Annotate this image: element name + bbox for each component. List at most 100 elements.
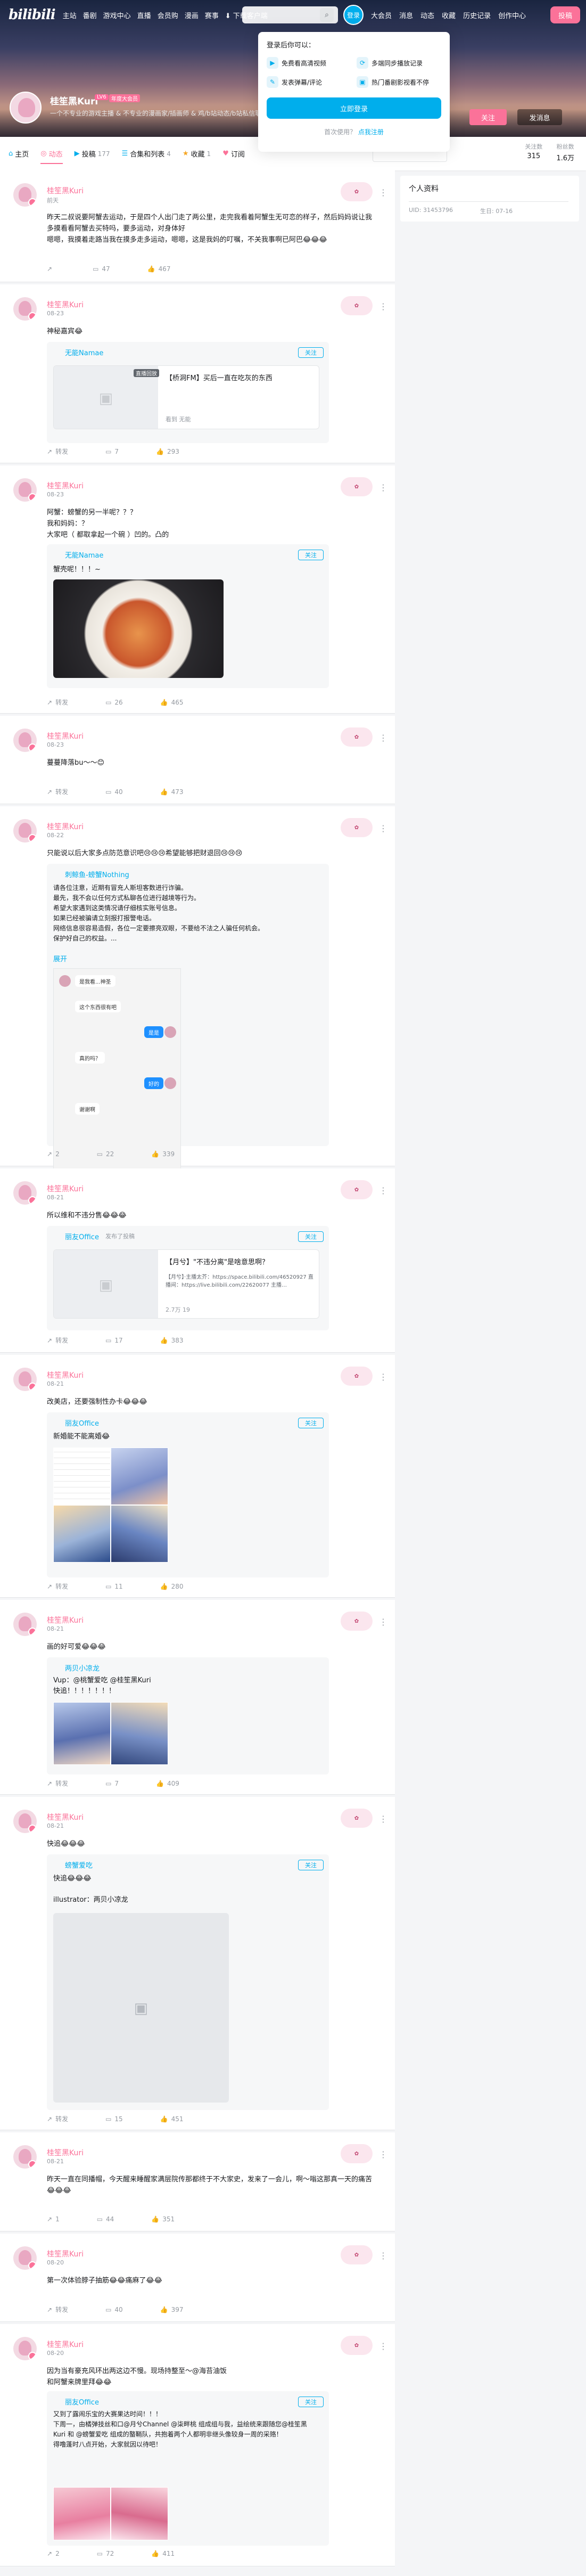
repost-author[interactable]: 刺鲸鱼-螃蟹Nothing	[65, 869, 129, 879]
comment-button[interactable]: ▭ 40	[105, 2305, 123, 2314]
repost-block[interactable]: 两贝小凉龙 Vup：@桃蟹爱吃 @桂笙黑Kuri 快追！！！！！！！	[47, 1657, 329, 1774]
author-name[interactable]: 桂笙黑Kuri	[47, 1615, 84, 1625]
nav-item[interactable]: 主站	[63, 10, 77, 20]
follow-button[interactable]: 关注	[298, 1418, 324, 1428]
more-icon[interactable]: ⋮	[379, 483, 387, 493]
nav-item[interactable]: 游戏中心	[103, 10, 131, 20]
post-image[interactable]	[111, 1448, 168, 1505]
author-name[interactable]: 桂笙黑Kuri	[47, 2248, 84, 2259]
author-name[interactable]: 桂笙黑Kuri	[47, 185, 84, 196]
avatar[interactable]	[13, 1368, 37, 1391]
repost-button[interactable]: ↗ 转发	[47, 1779, 68, 1788]
stat-following[interactable]: 关注数 315	[525, 142, 542, 162]
avatar[interactable]	[13, 2337, 37, 2360]
nav-vip[interactable]: 大会员	[371, 10, 392, 20]
more-icon[interactable]: ⋮	[379, 1617, 387, 1627]
like-button[interactable]: 👍 467	[147, 265, 171, 273]
repost-button[interactable]: ↗ 转发	[47, 447, 68, 456]
more-icon[interactable]: ⋮	[379, 733, 387, 743]
like-button[interactable]: 👍 411	[151, 2550, 175, 2557]
post-image[interactable]	[111, 2487, 168, 2540]
follow-button[interactable]: 关注	[298, 2397, 324, 2407]
avatar[interactable]	[13, 729, 37, 752]
tab-home[interactable]: ⌂ 主页	[9, 149, 29, 159]
repost-author[interactable]: 丽友Office	[65, 1418, 99, 1428]
nav-creator[interactable]: 创作中心	[498, 10, 526, 20]
more-icon[interactable]: ⋮	[379, 1814, 387, 1824]
like-button[interactable]: 👍 473	[160, 787, 184, 796]
post-image[interactable]	[111, 1702, 168, 1765]
nav-item[interactable]: 番剧	[83, 10, 97, 20]
author-name[interactable]: 桂笙黑Kuri	[47, 2147, 84, 2158]
follow-button[interactable]: 关注	[298, 1231, 324, 1242]
comment-button[interactable]: ▭ 22	[97, 1150, 114, 1158]
repost-button[interactable]: ↗ 转发	[47, 698, 68, 707]
comment-button[interactable]: ▭ 40	[105, 787, 123, 796]
repost-button[interactable]: ↗ 转发	[47, 2114, 68, 2123]
more-icon[interactable]: ⋮	[379, 2251, 387, 2261]
like-button[interactable]: 👍 451	[160, 2114, 184, 2123]
comment-button[interactable]: ▭ 47	[93, 265, 110, 273]
avatar[interactable]	[13, 819, 37, 843]
avatar[interactable]	[13, 1810, 37, 1833]
register-link[interactable]: 点我注册	[358, 128, 384, 136]
comment-button[interactable]: ▭ 11	[105, 1582, 123, 1591]
expand-link[interactable]: 展开	[53, 954, 319, 965]
repost-block[interactable]: 无能Namae 关注 ▣ 直播回放 【桥洞FM】买后一直在吃灰的东西 看到 无能	[47, 342, 329, 443]
profile-avatar[interactable]	[10, 92, 42, 124]
repost-button[interactable]: ↗ 转发	[47, 2305, 68, 2314]
repost-block[interactable]: 螃蟹爱吃 关注 快追😂😂😂 illustrator：两贝小凉龙 ▣	[47, 1854, 329, 2110]
search-icon[interactable]: ⌕	[320, 8, 334, 22]
like-button[interactable]: 👍 465	[160, 698, 184, 707]
author-name[interactable]: 桂笙黑Kuri	[47, 1183, 84, 1194]
comment-button[interactable]: ▭ 44	[97, 2215, 114, 2223]
follow-button[interactable]: 关注	[469, 109, 507, 125]
post-image[interactable]	[53, 2487, 111, 2540]
nav-history[interactable]: 历史记录	[463, 10, 491, 20]
nav-item[interactable]: 漫画	[185, 10, 199, 20]
repost-button[interactable]: ↗	[47, 265, 55, 273]
avatar[interactable]	[13, 297, 37, 321]
comment-button[interactable]: ▭ 17	[105, 1336, 123, 1345]
author-name[interactable]: 桂笙黑Kuri	[47, 2339, 84, 2350]
message-button[interactable]: 发消息	[517, 109, 562, 125]
follow-button[interactable]: 关注	[298, 347, 324, 358]
repost-author[interactable]: 丽友Office	[65, 1231, 99, 1241]
video-card[interactable]: ▣ 【月兮】"不违分离"是啥意思啊？ 【月兮】·主播太芥：https://spa…	[53, 1249, 319, 1319]
avatar[interactable]	[13, 1181, 37, 1205]
nav-item[interactable]: 直播	[137, 10, 151, 20]
like-button[interactable]: 👍 293	[156, 447, 179, 456]
post-image[interactable]: ▣	[53, 1913, 229, 2103]
repost-button[interactable]: ↗ 转发	[47, 787, 68, 796]
upload-button[interactable]: 投稿	[550, 6, 580, 23]
follow-button[interactable]: 关注	[298, 550, 324, 560]
more-icon[interactable]: ⋮	[379, 1372, 387, 1382]
repost-block[interactable]: 无能Namae 关注 蟹壳呢！！！~	[47, 544, 329, 688]
avatar[interactable]	[13, 183, 37, 207]
tab-collections[interactable]: ☰ 合集和列表 4	[122, 149, 171, 159]
comment-button[interactable]: ▭ 15	[105, 2114, 123, 2123]
avatar[interactable]	[13, 1613, 37, 1636]
author-name[interactable]: 桂笙黑Kuri	[47, 1812, 84, 1822]
repost-button[interactable]: ↗ 2	[47, 1150, 60, 1158]
more-icon[interactable]: ⋮	[379, 301, 387, 312]
tab-favorites[interactable]: ★ 收藏 1	[183, 149, 211, 159]
video-card[interactable]: ▣ 直播回放 【桥洞FM】买后一直在吃灰的东西 看到 无能	[53, 365, 319, 429]
like-button[interactable]: 👍 409	[156, 1779, 179, 1788]
repost-block[interactable]: 丽友Office 关注 新婚能不能离婚😂	[47, 1412, 329, 1577]
repost-author[interactable]: 丽友Office	[65, 2397, 99, 2407]
more-icon[interactable]: ⋮	[379, 2149, 387, 2160]
author-name[interactable]: 桂笙黑Kuri	[47, 299, 84, 310]
repost-button[interactable]: ↗ 2	[47, 2550, 60, 2557]
repost-button[interactable]: ↗ 转发	[47, 1582, 68, 1591]
repost-button[interactable]: ↗ 1	[47, 2215, 60, 2223]
like-button[interactable]: 👍 351	[151, 2215, 175, 2223]
post-image[interactable]	[53, 1702, 111, 1765]
chat-screenshot[interactable]: 是我看...神圣 这个东西很有吧 是是 真的吗？ 好的 谢谢啊	[53, 968, 181, 1176]
repost-author[interactable]: 无能Namae	[65, 550, 103, 560]
login-avatar-button[interactable]: 登录	[343, 5, 364, 25]
tab-dynamic[interactable]: ◎ 动态	[40, 149, 63, 164]
comment-button[interactable]: ▭ 26	[105, 698, 123, 707]
repost-author[interactable]: 无能Namae	[65, 347, 103, 357]
like-button[interactable]: 👍 280	[160, 1582, 184, 1591]
